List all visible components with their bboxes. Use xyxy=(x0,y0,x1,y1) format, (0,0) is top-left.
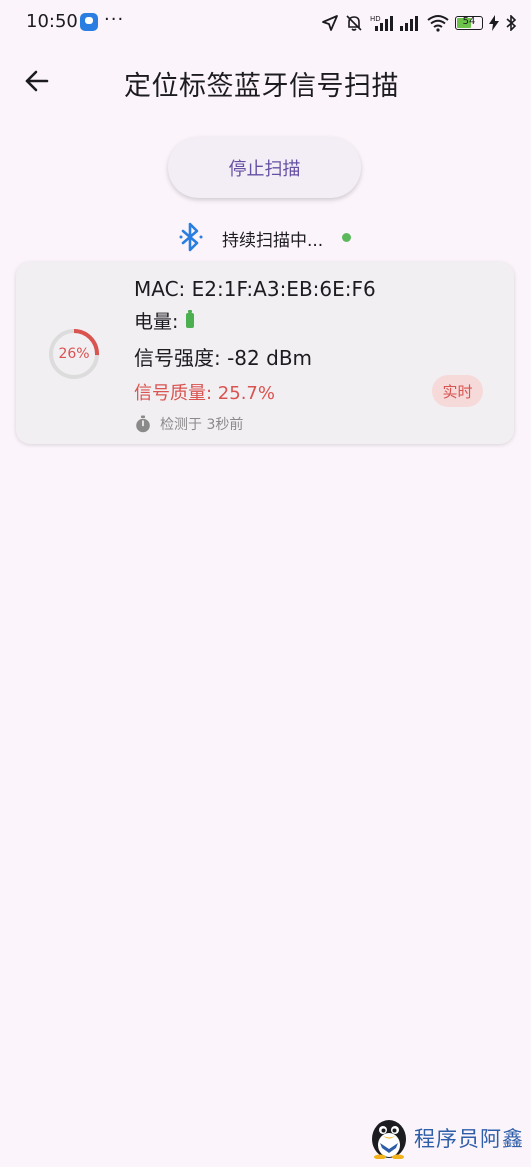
realtime-badge: 实时 xyxy=(432,375,483,407)
signal-quality: 信号质量: 25.7% xyxy=(134,383,275,404)
battery-row: 电量: xyxy=(134,307,195,334)
device-mac: MAC: E2:1F:A3:EB:6E:F6 xyxy=(134,277,376,301)
detected-time-row: 检测于 3秒前 xyxy=(134,414,243,434)
bluetooth-icon xyxy=(179,222,203,252)
status-bar: 10:50 ··· HD 54 xyxy=(0,0,531,46)
bluetooth-status-icon xyxy=(506,15,517,31)
app-notification-icon xyxy=(80,13,98,31)
battery-icon: 54 xyxy=(455,16,483,30)
app-bar: 定位标签蓝牙信号扫描 xyxy=(0,46,531,118)
battery-label: 电量: xyxy=(134,311,179,333)
watermark-text: 程序员阿鑫 xyxy=(414,1127,524,1151)
status-icons: HD 54 xyxy=(321,11,517,35)
arrow-left-icon[interactable] xyxy=(22,66,52,96)
detected-time: 检测于 3秒前 xyxy=(160,417,244,433)
location-arrow-icon xyxy=(322,15,338,31)
device-card[interactable]: 26% MAC: E2:1F:A3:EB:6E:F6 电量: 信号强度: -82… xyxy=(16,262,514,444)
signal-strength: 信号强度: -82 dBm xyxy=(134,346,313,370)
scan-status: 持续扫描中... xyxy=(0,220,531,254)
watermark: 程序员阿鑫 xyxy=(368,1113,528,1161)
scan-active-indicator xyxy=(342,233,351,242)
battery-level-icon xyxy=(186,310,195,328)
more-notifications-icon: ··· xyxy=(104,9,125,30)
signal-icon xyxy=(400,16,418,31)
charging-bolt-icon xyxy=(489,15,499,31)
status-time: 10:50 xyxy=(26,11,78,32)
scan-status-text: 持续扫描中... xyxy=(222,231,324,251)
stopwatch-icon xyxy=(136,415,150,433)
page-title: 定位标签蓝牙信号扫描 xyxy=(124,71,399,102)
gauge-percent-label: 26% xyxy=(58,346,90,362)
wifi-icon xyxy=(427,15,449,32)
stop-scan-button[interactable]: 停止扫描 xyxy=(168,137,361,198)
battery-level: 54 xyxy=(462,16,476,27)
bell-muted-icon xyxy=(346,15,362,31)
hd-label: HD xyxy=(370,15,381,23)
signal-hd-icon: HD xyxy=(370,15,393,31)
penguin-logo-icon xyxy=(372,1120,406,1159)
